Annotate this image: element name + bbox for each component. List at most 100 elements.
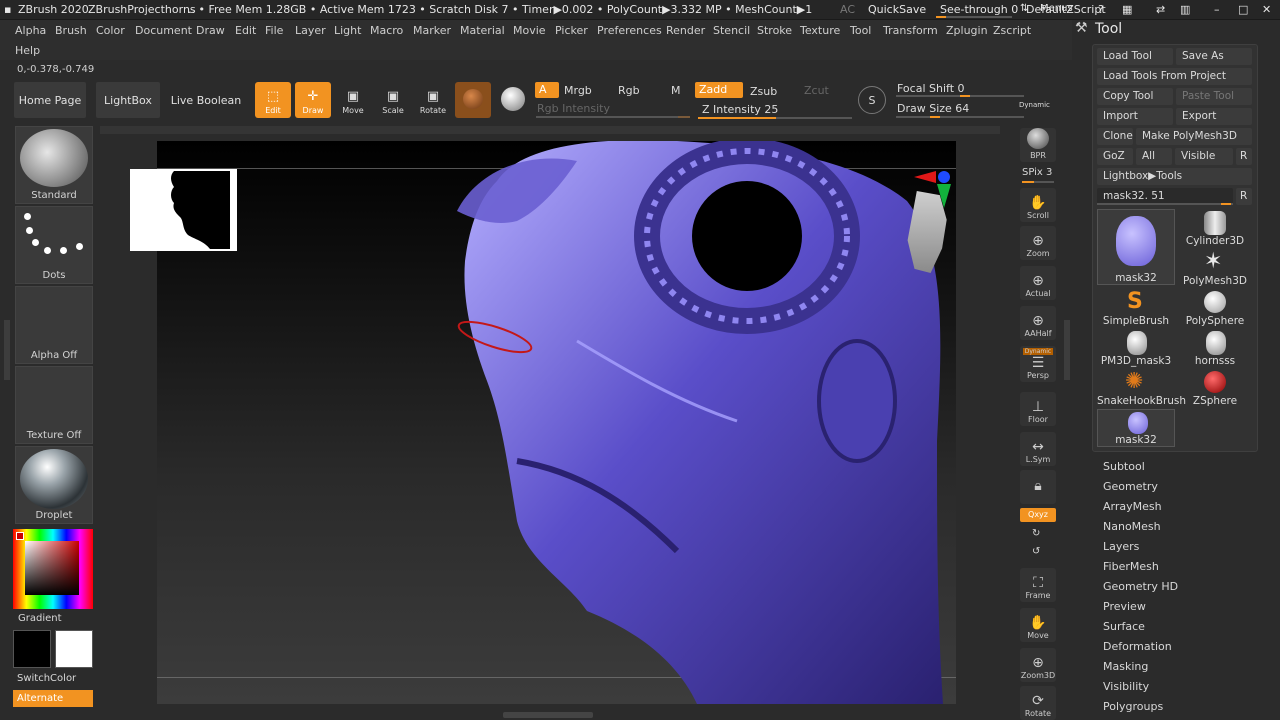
a-toggle[interactable]: A: [535, 82, 559, 98]
color-picker[interactable]: [13, 529, 93, 609]
symmetry-button[interactable]: [495, 82, 531, 118]
tool-item-zsphere[interactable]: ZSphere: [1176, 369, 1254, 407]
load-from-project-button[interactable]: Load Tools From Project: [1097, 68, 1252, 85]
actual-button[interactable]: ⊕ Actual: [1020, 266, 1056, 300]
xyz-toggle[interactable]: Qxyz: [1020, 508, 1056, 522]
tool-item-simplebrush[interactable]: S SimpleBrush: [1097, 289, 1175, 327]
color-square[interactable]: [25, 541, 79, 595]
menu-zplugin[interactable]: Zplugin: [946, 24, 988, 37]
menu-render[interactable]: Render: [666, 24, 705, 37]
goz-r-button[interactable]: R: [1236, 148, 1252, 165]
switch-color-button[interactable]: SwitchColor: [17, 673, 76, 684]
menu-picker[interactable]: Picker: [555, 24, 588, 37]
menu-draw[interactable]: Draw: [196, 24, 225, 37]
alternate-button[interactable]: Alternate: [13, 690, 93, 707]
maximize-icon[interactable]: □: [1238, 3, 1248, 16]
draw-size-slider[interactable]: Draw Size 64: [897, 102, 969, 115]
texture-selector[interactable]: Texture Off: [15, 366, 93, 444]
swap-icon[interactable]: ⇄: [1156, 3, 1165, 16]
bpr-button[interactable]: BPR: [1020, 128, 1056, 162]
see-through-track[interactable]: [936, 16, 1012, 18]
zsub-toggle[interactable]: Zsub: [750, 85, 777, 98]
subpalette-deformation[interactable]: Deformation: [1103, 640, 1172, 653]
menu-material[interactable]: Material: [460, 24, 505, 37]
menu-transform[interactable]: Transform: [883, 24, 938, 37]
menu-file[interactable]: File: [265, 24, 283, 37]
move-button[interactable]: ▣ Move: [335, 82, 371, 118]
gradient-label[interactable]: Gradient: [18, 613, 62, 624]
subpalette-layers[interactable]: Layers: [1103, 540, 1139, 553]
z-intensity-track[interactable]: [698, 117, 852, 119]
export-button[interactable]: Export: [1176, 108, 1252, 125]
subpalette-geometry[interactable]: Geometry: [1103, 480, 1158, 493]
menu-document[interactable]: Document: [135, 24, 192, 37]
tool-item-cylinder3d[interactable]: Cylinder3D: [1176, 209, 1254, 247]
tool-item-polysphere[interactable]: PolySphere: [1176, 289, 1254, 327]
save-as-button[interactable]: Save As: [1176, 48, 1252, 65]
m-toggle[interactable]: M: [671, 84, 681, 97]
primary-color-swatch[interactable]: [13, 630, 51, 668]
menu-movie[interactable]: Movie: [513, 24, 546, 37]
rotate-y-icon[interactable]: ↻: [1032, 528, 1040, 539]
sculpt-model[interactable]: [157, 141, 956, 704]
scale-button[interactable]: ▣ Scale: [375, 82, 411, 118]
persp-button[interactable]: Dynamic ☰ Persp: [1020, 346, 1056, 382]
material-swatch[interactable]: [455, 82, 491, 118]
quicksave-button[interactable]: QuickSave: [868, 3, 926, 16]
subpalette-preview[interactable]: Preview: [1103, 600, 1146, 613]
menu-stroke[interactable]: Stroke: [757, 24, 792, 37]
current-tool-r-button[interactable]: R: [1236, 188, 1252, 205]
subpalette-nanomesh[interactable]: NanoMesh: [1103, 520, 1161, 533]
palette-icon[interactable]: ▦: [1122, 3, 1132, 16]
move-view-button[interactable]: ✋ Move: [1020, 608, 1056, 642]
zoom-button[interactable]: ⊕ Zoom: [1020, 226, 1056, 260]
home-page-button[interactable]: Home Page: [14, 82, 86, 118]
menu-texture[interactable]: Texture: [800, 24, 840, 37]
lsym-button[interactable]: ↔ L.Sym: [1020, 432, 1056, 466]
rotate-button[interactable]: ▣ Rotate: [415, 82, 451, 118]
silhouette-navigator[interactable]: [130, 169, 237, 251]
material-selector[interactable]: Droplet: [15, 446, 93, 524]
brush-selector[interactable]: Standard: [15, 126, 93, 204]
stroke-selector[interactable]: Dots: [15, 206, 93, 284]
bottom-shelf-handle[interactable]: [503, 712, 593, 718]
subpalette-visibility[interactable]: Visibility: [1103, 680, 1149, 693]
tool-item-hornsss[interactable]: hornsss: [1176, 329, 1254, 367]
rgb-intensity-track[interactable]: [536, 116, 690, 118]
menu-color[interactable]: Color: [96, 24, 125, 37]
rgb-intensity-slider[interactable]: Rgb Intensity: [537, 102, 610, 115]
menu-light[interactable]: Light: [334, 24, 361, 37]
spix-slider[interactable]: SPix 3: [1022, 167, 1052, 178]
tool-item-mask32-small[interactable]: mask32: [1097, 409, 1175, 447]
subpalette-geometry-hd[interactable]: Geometry HD: [1103, 580, 1178, 593]
menu-layer[interactable]: Layer: [295, 24, 326, 37]
zcut-toggle[interactable]: Zcut: [804, 84, 829, 97]
dynamic-toggle[interactable]: Dynamic: [1019, 101, 1050, 109]
focal-shift-track[interactable]: [896, 95, 1024, 97]
paste-tool-button[interactable]: Paste Tool: [1176, 88, 1252, 105]
menu-edit[interactable]: Edit: [235, 24, 256, 37]
copy-tool-button[interactable]: Copy Tool: [1097, 88, 1173, 105]
tool-item-mask32[interactable]: mask32: [1097, 209, 1175, 285]
subpalette-polygroups[interactable]: Polygroups: [1103, 700, 1163, 713]
canvas-viewport[interactable]: [130, 141, 956, 704]
clone-button[interactable]: Clone: [1097, 128, 1133, 145]
menu-preferences[interactable]: Preferences: [597, 24, 662, 37]
floor-button[interactable]: ⊥ Floor: [1020, 392, 1056, 426]
layout-icon[interactable]: ▥: [1180, 3, 1190, 16]
minimize-icon[interactable]: –: [1214, 3, 1220, 16]
draw-size-track[interactable]: [896, 116, 1024, 118]
rotate-z-icon[interactable]: ↺: [1032, 546, 1040, 557]
edit-button[interactable]: ⬚ Edit: [255, 82, 291, 118]
goz-visible-button[interactable]: Visible: [1175, 148, 1233, 165]
alpha-selector[interactable]: Alpha Off: [15, 286, 93, 364]
make-polymesh-button[interactable]: Make PolyMesh3D: [1136, 128, 1252, 145]
right-tray-handle[interactable]: [1064, 320, 1070, 380]
spotlight-icon[interactable]: S: [858, 86, 886, 114]
goz-all-button[interactable]: All: [1136, 148, 1172, 165]
subpalette-masking[interactable]: Masking: [1103, 660, 1148, 673]
tool-item-pm3d-mask3[interactable]: PM3D_mask3: [1097, 329, 1175, 367]
focal-shift-slider[interactable]: Focal Shift 0: [897, 82, 965, 95]
load-tool-button[interactable]: Load Tool: [1097, 48, 1173, 65]
menu-tool[interactable]: Tool: [850, 24, 871, 37]
